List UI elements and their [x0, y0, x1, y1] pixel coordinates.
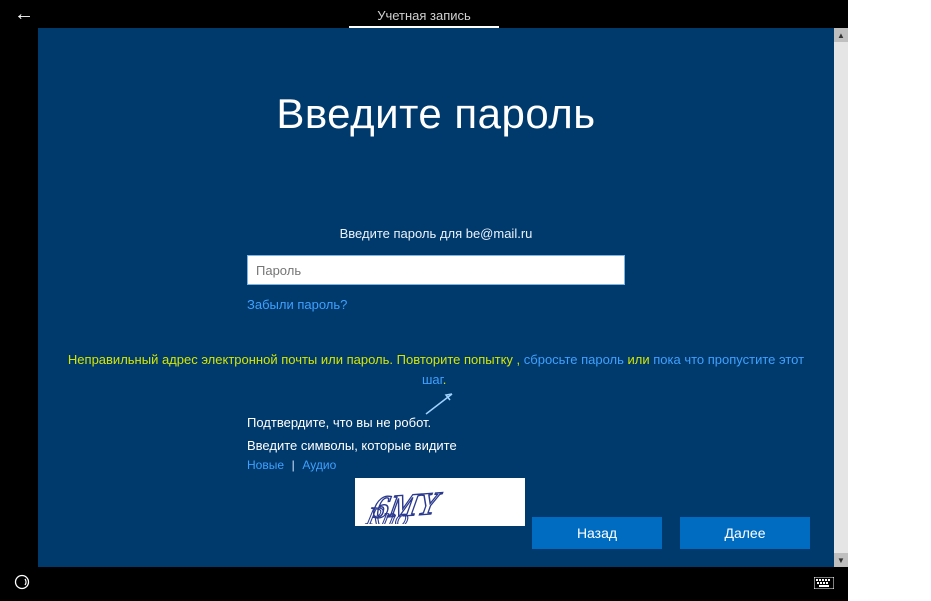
error-text: Неправильный адрес электронной почты или…	[68, 352, 513, 367]
error-sep1: ,	[513, 352, 524, 367]
page-margin	[848, 0, 931, 601]
captcha-new-link[interactable]: Новые	[247, 458, 284, 472]
content-panel: Введите пароль Введите пароль для be@mai…	[38, 28, 834, 567]
error-suffix: .	[443, 372, 447, 387]
scroll-down-icon[interactable]: ▼	[834, 553, 848, 567]
forgot-password-link[interactable]: Забыли пароль?	[247, 297, 347, 312]
ease-of-access-icon[interactable]	[14, 574, 30, 594]
next-button[interactable]: Далее	[680, 517, 810, 549]
scroll-up-icon[interactable]: ▲	[834, 28, 848, 42]
svg-text:Rno: Rno	[363, 502, 412, 524]
reset-password-link[interactable]: сбросьте пароль	[524, 352, 624, 367]
tab-account[interactable]: Учетная запись	[377, 2, 471, 27]
keyboard-icon[interactable]	[814, 577, 834, 592]
back-arrow-icon[interactable]: ←	[0, 0, 48, 28]
captcha-audio-link[interactable]: Аудио	[302, 458, 336, 472]
captcha-sep: |	[288, 458, 299, 472]
password-prompt: Введите пароль для be@mail.ru	[247, 226, 625, 241]
password-input[interactable]	[247, 255, 625, 285]
page-title: Введите пароль	[38, 90, 834, 138]
scrollbar-track[interactable]: ▲ ▼	[834, 28, 848, 567]
back-button[interactable]: Назад	[532, 517, 662, 549]
captcha-enter-label: Введите символы, которые видите	[247, 438, 625, 453]
error-sep2: или	[624, 352, 653, 367]
captcha-image: 6MY Rno	[355, 478, 525, 526]
error-message: Неправильный адрес электронной почты или…	[58, 350, 814, 389]
